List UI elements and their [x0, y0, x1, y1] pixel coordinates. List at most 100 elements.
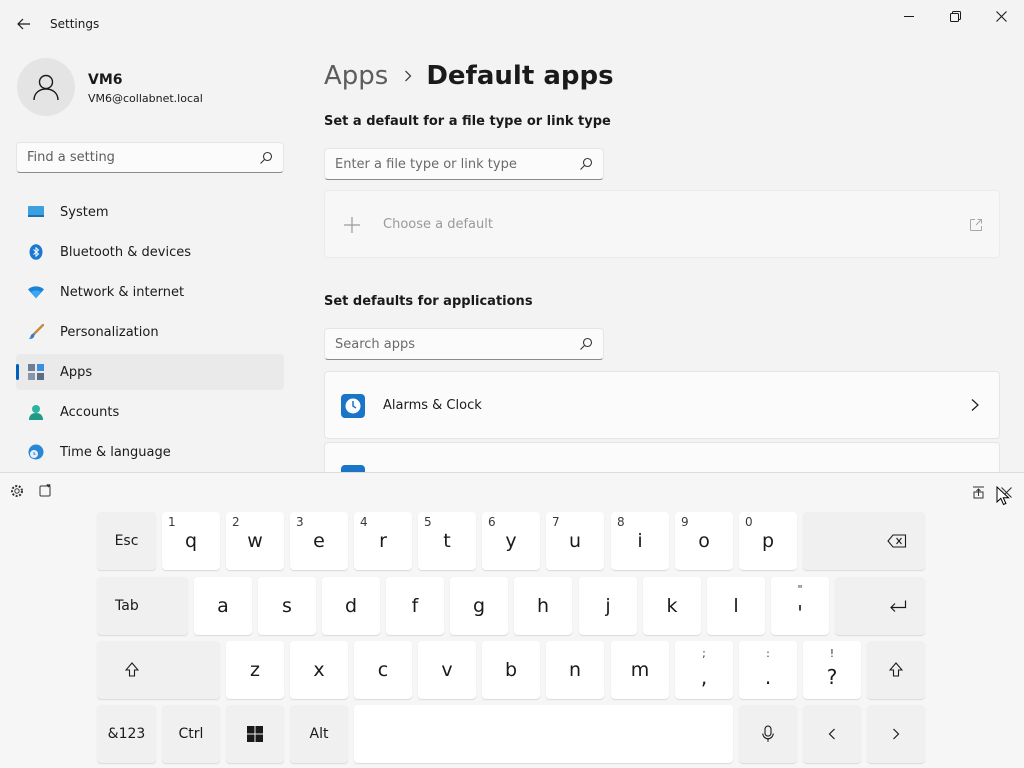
minimize-icon — [904, 16, 914, 17]
shift-icon — [125, 662, 139, 677]
key-t[interactable]: 5t — [418, 512, 476, 570]
key-comma[interactable]: ;, — [675, 641, 733, 699]
key-h[interactable]: h — [514, 577, 572, 635]
key-s[interactable]: s — [258, 577, 316, 635]
windows-logo-icon — [247, 726, 263, 742]
key-backspace[interactable] — [803, 512, 925, 570]
key-q[interactable]: 1q — [162, 512, 220, 570]
find-setting-input[interactable] — [17, 143, 283, 172]
key-right-arrow[interactable] — [867, 705, 925, 763]
file-type-search[interactable] — [324, 148, 604, 180]
key-l[interactable]: l — [707, 577, 765, 635]
back-button[interactable] — [12, 12, 36, 36]
emoji-panel-button[interactable] — [36, 480, 56, 500]
key-shift-left[interactable] — [97, 641, 220, 699]
key-n[interactable]: n — [546, 641, 604, 699]
key-ctrl[interactable]: Ctrl — [162, 705, 220, 763]
breadcrumb-apps-link[interactable]: Apps — [324, 61, 388, 91]
key-d[interactable]: d — [322, 577, 380, 635]
accounts-person-icon — [28, 404, 44, 420]
app-item-alarms-clock[interactable]: Alarms & Clock — [324, 371, 1000, 439]
chevron-right-icon — [404, 70, 412, 82]
key-j[interactable]: j — [579, 577, 637, 635]
key-tab[interactable]: Tab — [97, 577, 188, 635]
enter-icon — [890, 600, 907, 612]
key-y[interactable]: 6y — [482, 512, 540, 570]
key-w[interactable]: 2w — [226, 512, 284, 570]
keyboard-settings-button[interactable] — [7, 481, 27, 501]
key-b[interactable]: b — [482, 641, 540, 699]
window-title: Settings — [50, 17, 100, 31]
emoji-heart-icon — [39, 484, 51, 497]
choose-default-card[interactable]: Choose a default — [324, 190, 1000, 258]
restore-icon — [949, 10, 961, 22]
key-v[interactable]: v — [418, 641, 476, 699]
sidebar-item-apps[interactable]: Apps — [16, 354, 284, 390]
choose-default-label: Choose a default — [383, 217, 493, 232]
brush-icon — [28, 324, 44, 340]
key-space[interactable] — [354, 705, 733, 763]
sidebar-nav: System Bluetooth & devices Network & int… — [16, 194, 284, 474]
key-p[interactable]: 0p — [739, 512, 797, 570]
key-a[interactable]: a — [194, 577, 252, 635]
person-icon — [33, 74, 59, 101]
key-shift-right[interactable] — [867, 641, 925, 699]
key-esc[interactable]: Esc — [97, 512, 156, 570]
key-m[interactable]: m — [611, 641, 669, 699]
key-r[interactable]: 4r — [354, 512, 412, 570]
minimize-button[interactable] — [886, 4, 932, 28]
key-windows[interactable] — [226, 705, 284, 763]
key-u[interactable]: 7u — [546, 512, 604, 570]
shift-icon — [889, 662, 903, 677]
sidebar-item-time-language[interactable]: Time & language — [16, 434, 284, 470]
search-icon[interactable] — [579, 157, 593, 171]
avatar[interactable] — [17, 58, 75, 116]
key-f[interactable]: f — [386, 577, 444, 635]
key-alt[interactable]: Alt — [290, 705, 348, 763]
file-type-section-title: Set a default for a file type or link ty… — [324, 114, 611, 129]
key-i[interactable]: 8i — [611, 512, 669, 570]
app-defaults-section-title: Set defaults for applications — [324, 294, 533, 309]
microphone-icon — [762, 725, 774, 742]
key-question[interactable]: !? — [803, 641, 861, 699]
key-c[interactable]: c — [354, 641, 412, 699]
sidebar-item-accounts[interactable]: Accounts — [16, 394, 284, 430]
search-icon[interactable] — [579, 337, 593, 351]
search-icon[interactable] — [259, 151, 273, 165]
key-left-arrow[interactable] — [803, 705, 861, 763]
key-apostrophe[interactable]: " ' — [771, 577, 829, 635]
mouse-cursor-icon — [996, 486, 1010, 506]
key-enter[interactable] — [835, 577, 925, 635]
search-apps[interactable] — [324, 328, 604, 360]
key-x[interactable]: x — [290, 641, 348, 699]
key-o[interactable]: 9o — [675, 512, 733, 570]
sidebar-item-system[interactable]: System — [16, 194, 284, 230]
chevron-left-icon — [828, 728, 835, 740]
breadcrumb: Apps Default apps — [324, 58, 614, 94]
sidebar-item-personalization[interactable]: Personalization — [16, 314, 284, 350]
key-k[interactable]: k — [643, 577, 701, 635]
touch-keyboard: Esc 1q 2w 3e 4r 5t 6y 7u 8i 9o 0p Tab a … — [0, 472, 1024, 768]
key-period[interactable]: :. — [739, 641, 797, 699]
backspace-icon — [887, 534, 907, 548]
back-arrow-icon — [17, 18, 30, 30]
key-e[interactable]: 3e — [290, 512, 348, 570]
file-type-input[interactable] — [325, 149, 603, 179]
page-title: Default apps — [426, 61, 614, 91]
dock-icon — [972, 486, 984, 498]
title-bar: Settings — [0, 0, 1024, 48]
sidebar-item-bluetooth[interactable]: Bluetooth & devices — [16, 234, 284, 270]
search-apps-input[interactable] — [325, 329, 603, 359]
key-g[interactable]: g — [450, 577, 508, 635]
open-external-icon — [970, 219, 982, 231]
maximize-button[interactable] — [932, 4, 978, 28]
key-symbols[interactable]: &123 — [97, 705, 156, 763]
close-button[interactable] — [978, 4, 1024, 28]
key-z[interactable]: z — [226, 641, 284, 699]
find-setting-search[interactable] — [16, 142, 284, 173]
close-icon — [995, 10, 1007, 22]
key-dictation[interactable] — [739, 705, 797, 763]
keyboard-dock-button[interactable] — [968, 482, 988, 502]
apps-icon — [28, 364, 44, 380]
sidebar-item-network[interactable]: Network & internet — [16, 274, 284, 310]
